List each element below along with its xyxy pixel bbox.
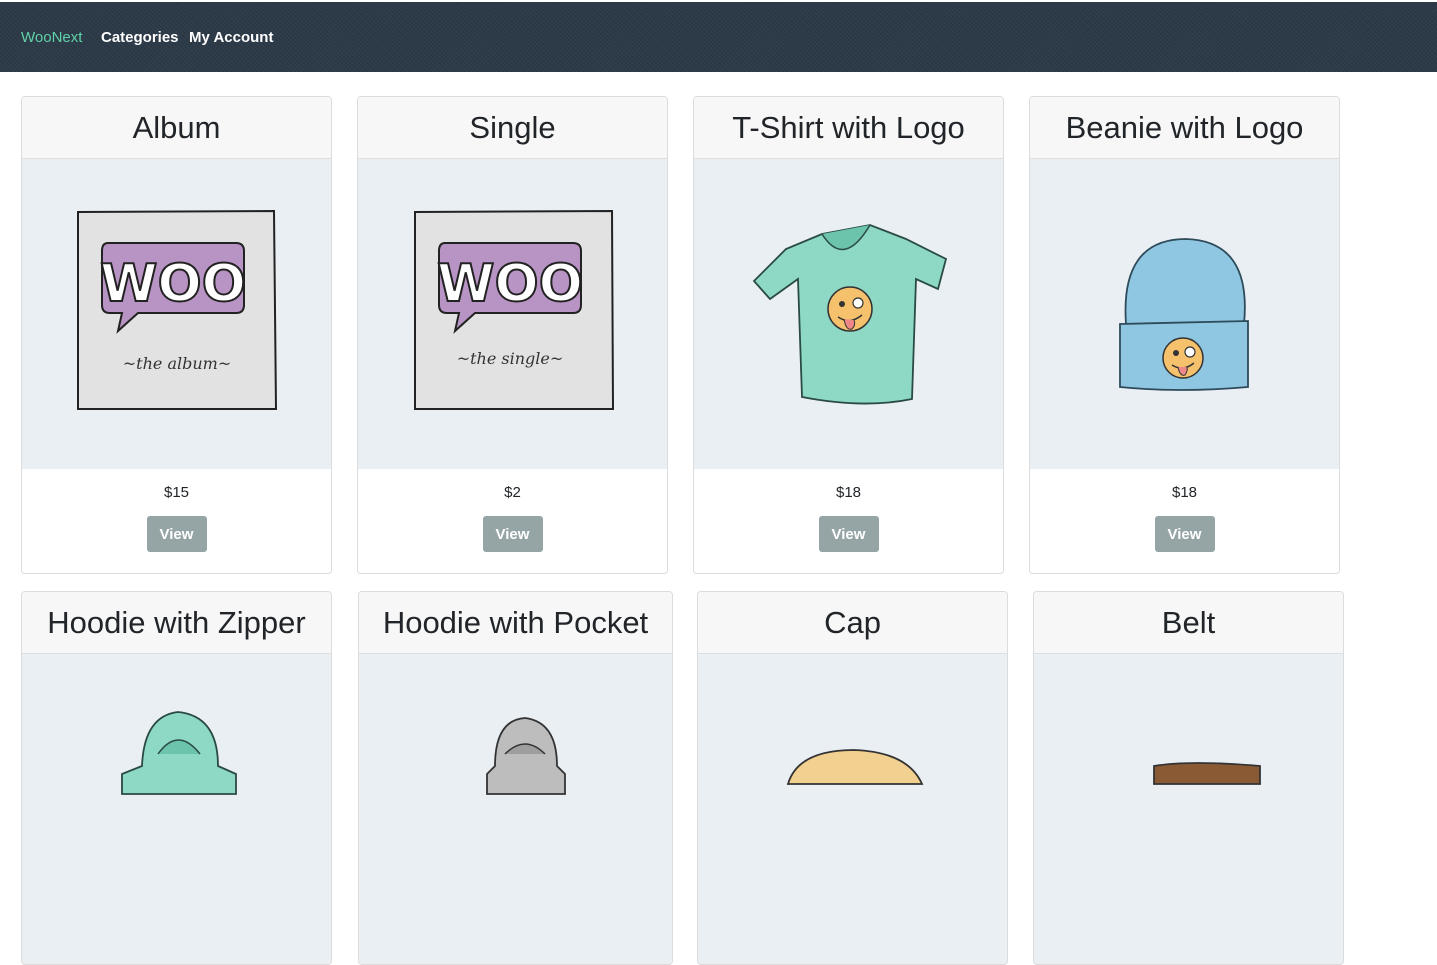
product-price: $18: [1171, 484, 1198, 501]
cap-icon: [786, 749, 924, 785]
product-card-tshirt: T-Shirt with Logo $18 View: [693, 96, 1004, 574]
svg-text:~the single~: ~the single~: [457, 349, 564, 368]
product-body: $18 View: [694, 469, 1003, 573]
product-card-cap: Cap: [697, 591, 1008, 965]
woo-single-cover-icon: WOO ~the single~: [414, 209, 615, 410]
product-image[interactable]: [1030, 159, 1339, 469]
svg-text:~the album~: ~the album~: [123, 354, 231, 373]
tshirt-with-logo-icon: [752, 224, 948, 405]
belt-icon: [1153, 762, 1261, 785]
top-navbar: WooNext Categories My Account: [0, 0, 1437, 72]
product-title[interactable]: Cap: [698, 592, 1007, 654]
product-body: $15 View: [22, 469, 331, 573]
product-title[interactable]: Belt: [1034, 592, 1343, 654]
product-body: $18 View: [1030, 469, 1339, 573]
view-button[interactable]: View: [818, 516, 879, 552]
product-price: $18: [835, 484, 862, 501]
product-card-hoodie-pocket: Hoodie with Pocket: [358, 591, 673, 965]
woo-album-cover-icon: WOO ~the album~: [77, 209, 278, 410]
green-hoodie-icon: [121, 711, 237, 795]
product-image[interactable]: [698, 654, 1007, 964]
product-title[interactable]: Single: [358, 97, 667, 159]
product-image[interactable]: [359, 654, 672, 964]
product-price: $15: [163, 484, 190, 501]
product-card-beanie: Beanie with Logo $18 View: [1029, 96, 1340, 574]
product-title[interactable]: Hoodie with Pocket: [359, 592, 672, 654]
svg-text:WOO: WOO: [437, 254, 583, 314]
product-title[interactable]: Album: [22, 97, 331, 159]
product-image[interactable]: WOO ~the single~: [358, 159, 667, 469]
view-button[interactable]: View: [146, 516, 207, 552]
product-card-belt: Belt: [1033, 591, 1344, 965]
brand-link[interactable]: WooNext: [21, 29, 82, 46]
product-image[interactable]: [694, 159, 1003, 469]
nav-link-categories[interactable]: Categories: [101, 29, 179, 46]
product-card-album: Album WOO ~the album~ $15 View: [21, 96, 332, 574]
product-title[interactable]: Hoodie with Zipper: [22, 592, 331, 654]
product-body: $2 View: [358, 469, 667, 573]
view-button[interactable]: View: [482, 516, 543, 552]
nav-link-my-account[interactable]: My Account: [189, 29, 273, 46]
product-image[interactable]: [1034, 654, 1343, 964]
beanie-with-logo-icon: [1119, 238, 1249, 391]
grey-hoodie-icon: [486, 717, 566, 795]
product-card-hoodie-zipper: Hoodie with Zipper: [21, 591, 332, 965]
product-title[interactable]: Beanie with Logo: [1030, 97, 1339, 159]
svg-text:WOO: WOO: [100, 254, 246, 314]
product-price: $2: [504, 484, 521, 501]
product-image[interactable]: WOO ~the album~: [22, 159, 331, 469]
view-button[interactable]: View: [1154, 516, 1215, 552]
product-card-single: Single WOO ~the single~ $2 View: [357, 96, 668, 574]
product-image[interactable]: [22, 654, 331, 964]
product-title[interactable]: T-Shirt with Logo: [694, 97, 1003, 159]
